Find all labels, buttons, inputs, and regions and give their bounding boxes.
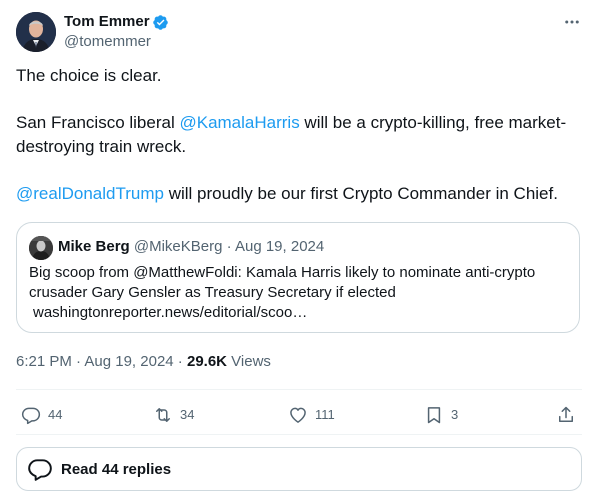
reply-button[interactable]: 44 [21,404,62,426]
tweet-date[interactable]: Aug 19, 2024 [84,353,173,370]
quoted-tweet[interactable]: Mike Berg @MikeKBerg · Aug 19, 2024 Big … [16,222,580,333]
quoted-text-line: crusader Gary Gensler as Treasury Secret… [29,284,396,301]
meta-separator: · [173,353,187,370]
repost-button[interactable]: 34 [153,404,194,426]
divider [16,389,582,390]
tweet-card: Tom Emmer @tomemmer The choice is clear.… [0,0,598,500]
verified-badge-icon [153,15,168,30]
author-name[interactable]: Tom Emmer [64,12,150,32]
quoted-text-line: Big scoop from @MatthewFoldi: Kamala Har… [29,264,536,281]
quoted-tweet-header: Mike Berg @MikeKBerg · Aug 19, 2024 [58,237,324,257]
quoted-author-avatar[interactable] [29,236,53,260]
tweet-metadata: 6:21 PM · Aug 19, 2024 · 29.6K Views [16,352,271,372]
more-options-button[interactable] [560,12,584,32]
tweet-time[interactable]: 6:21 PM [16,353,72,370]
divider [16,434,582,435]
share-icon [559,406,573,422]
mention-realdonaldtrump-link[interactable]: @realDonaldTrump [16,184,164,203]
meta-separator: · [71,353,85,370]
reply-count: 44 [48,407,63,422]
views-label: Views [227,353,271,370]
tweet-text-segment: will proudly be our first Crypto Command… [163,184,558,203]
views-count: 29.6K [186,353,228,370]
quoted-link[interactable]: washingtonreporter.news/editorial/scoo… [29,303,569,323]
like-count: 111 [315,407,335,422]
quoted-date[interactable]: Aug 19, 2024 [235,238,324,255]
bookmark-button[interactable]: 3 [424,404,458,426]
tweet-line-1: The choice is clear. [16,66,162,85]
quoted-separator: · [222,238,235,255]
quoted-tweet-text: Big scoop from @MatthewFoldi: Kamala Har… [29,263,569,323]
repost-count: 34 [180,407,195,422]
more-icon [565,20,579,24]
quoted-author-name[interactable]: Mike Berg [58,238,130,255]
tweet-paragraph-3: @realDonaldTrump will proudly be our fir… [16,182,582,206]
tweet-text: The choice is clear. San Francisco liber… [16,64,582,206]
author-avatar[interactable] [16,12,56,52]
author-handle[interactable]: @tomemmer [64,32,151,52]
quoted-author-handle[interactable]: @MikeKBerg [134,238,223,255]
read-replies-label: Read 44 replies [61,460,172,478]
reply-icon [21,407,41,425]
repost-icon [156,408,170,422]
reply-icon [28,459,52,481]
bookmark-count: 3 [451,407,459,422]
read-replies-button[interactable]: Read 44 replies [16,447,582,491]
bookmark-icon [427,407,441,424]
mention-kamalaharris-link[interactable]: @KamalaHarris [179,113,299,132]
tweet-paragraph-2: San Francisco liberal @KamalaHarris will… [16,111,582,159]
like-button[interactable]: 111 [288,404,335,426]
share-button[interactable] [556,404,583,426]
heart-icon [290,407,306,423]
tweet-text-segment: San Francisco liberal [16,113,180,132]
